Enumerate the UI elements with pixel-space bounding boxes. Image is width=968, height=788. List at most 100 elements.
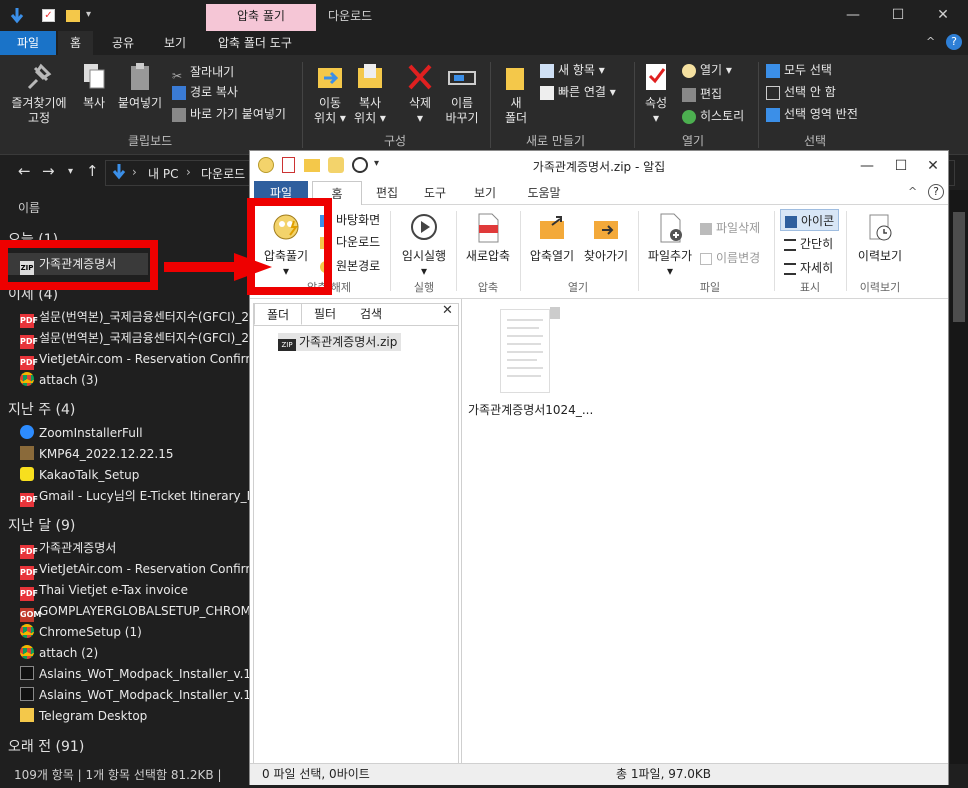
- alzip-tab-edit[interactable]: 편집: [362, 181, 412, 205]
- ribbon-separator: [758, 62, 759, 148]
- rename-file-button[interactable]: 이름변경: [700, 247, 760, 269]
- open-zip-button[interactable]: 압축열기: [522, 213, 582, 264]
- list-item[interactable]: PDF설문(번역본)_국제금융센터지수(GFCI)_2: [20, 307, 250, 328]
- temp-run-button[interactable]: 임시실행 ▾: [396, 213, 452, 279]
- list-item[interactable]: ChromeSetup (1): [20, 622, 250, 643]
- forward-arrow-icon[interactable]: →: [42, 162, 55, 180]
- left-tab-folder[interactable]: 폴더: [254, 303, 302, 325]
- list-item[interactable]: PDF가족관계증명서: [20, 538, 250, 559]
- maximize-icon[interactable]: ☐: [875, 4, 921, 26]
- group-last-week[interactable]: 지난 주 (4): [8, 399, 75, 419]
- tab-share[interactable]: 공유: [100, 31, 146, 55]
- breadcrumb-this-pc[interactable]: 내 PC: [148, 165, 178, 182]
- tab-view[interactable]: 보기: [152, 31, 198, 55]
- collapse-ribbon-icon[interactable]: ^: [926, 35, 935, 48]
- breadcrumb-downloads[interactable]: 다운로드: [201, 165, 245, 182]
- new-item-button[interactable]: 새 항목 ▾: [540, 60, 605, 80]
- zip-group-label: 압축: [477, 281, 499, 294]
- new-folder-label: 새 폴더: [504, 96, 528, 125]
- group-last-month[interactable]: 지난 달 (9): [8, 515, 75, 535]
- list-item[interactable]: Aslains_WoT_Modpack_Installer_v.1.19.0: [20, 664, 250, 685]
- invert-selection-button[interactable]: 선택 영역 반전: [766, 104, 858, 124]
- delete-file-label: 파일삭제: [716, 221, 761, 235]
- file-name: VietJetAir.com - Reservation Confirmec: [39, 562, 250, 576]
- list-item[interactable]: PDFVietJetAir.com - Reservation Confirme…: [20, 349, 250, 370]
- list-item[interactable]: PDFGmail - Lucy님의 E-Ticket Itinerary_Rec: [20, 486, 250, 507]
- back-arrow-icon[interactable]: ←: [18, 162, 31, 180]
- close-pane-icon[interactable]: ✕: [442, 303, 453, 318]
- scrollbar-thumb[interactable]: [953, 212, 965, 322]
- delete-file-button[interactable]: 파일삭제: [700, 217, 760, 239]
- history-group-label: 이력보기: [859, 281, 901, 294]
- copy-to-button[interactable]: 복사 위치 ▾: [346, 62, 394, 126]
- new-zip-button[interactable]: 새로압축: [460, 213, 516, 264]
- left-tab-filter[interactable]: 필터: [302, 303, 348, 325]
- column-header-name[interactable]: 이름: [18, 199, 40, 216]
- cut-button[interactable]: ✂ 잘라내기: [172, 62, 234, 83]
- alzip-maximize-icon[interactable]: ☐: [884, 155, 918, 177]
- list-item[interactable]: Telegram Desktop: [20, 706, 250, 727]
- alzip-tab-tools[interactable]: 도구: [410, 181, 460, 205]
- list-item[interactable]: ZoomInstallerFull: [20, 423, 250, 444]
- tab-home[interactable]: 홈: [58, 31, 94, 55]
- view-simple-button[interactable]: 간단히: [784, 233, 833, 255]
- easy-access-button[interactable]: 빠른 연결 ▾: [540, 82, 616, 102]
- tree-item[interactable]: ZIP 가족관계증명서.zip: [278, 333, 402, 351]
- pin-button[interactable]: 즐겨찾기에 고정: [6, 62, 72, 126]
- rename-button[interactable]: 이름 바꾸기: [438, 62, 486, 126]
- copy-path-button[interactable]: 경로 복사: [172, 82, 238, 102]
- close-icon[interactable]: ✕: [920, 4, 966, 26]
- alzip-tab-help[interactable]: 도움말: [514, 181, 574, 205]
- goto-folder-icon: [592, 213, 620, 243]
- file-name: Telegram Desktop: [39, 709, 148, 723]
- edit-button[interactable]: 편집: [682, 84, 722, 104]
- list-item[interactable]: PDFThai Vietjet e-Tax invoice: [20, 580, 250, 601]
- select-all-button[interactable]: 모두 선택: [766, 60, 832, 80]
- list-item[interactable]: attach (2): [20, 643, 250, 664]
- list-item[interactable]: PDF설문(번역본)_국제금융센터지수(GFCI)_2: [20, 328, 250, 349]
- history-view-button[interactable]: 이력보기: [850, 213, 910, 264]
- pdf-icon: PDF: [20, 566, 38, 580]
- minimize-icon[interactable]: —: [830, 4, 876, 26]
- alzip-tab-view[interactable]: 보기: [460, 181, 510, 205]
- paste-shortcut-button[interactable]: 바로 가기 붙여넣기: [172, 104, 286, 124]
- list-item[interactable]: KMP64_2022.12.22.15: [20, 444, 250, 465]
- select-none-button[interactable]: 선택 안 함: [766, 82, 836, 102]
- add-file-button[interactable]: 파일추가 ▾: [640, 213, 700, 279]
- paste-button[interactable]: 붙여넣기: [116, 62, 164, 111]
- tab-file[interactable]: 파일: [0, 31, 56, 55]
- up-arrow-icon[interactable]: ↑: [86, 162, 99, 180]
- list-item[interactable]: Aslains_WoT_Modpack_Installer_v.1.19.0: [20, 685, 250, 706]
- open-button[interactable]: 열기 ▾: [682, 60, 732, 80]
- copy-path-label: 경로 복사: [190, 85, 238, 99]
- left-tab-search[interactable]: 검색: [348, 303, 394, 325]
- down-arrow-icon[interactable]: [10, 8, 24, 24]
- alzip-help-icon[interactable]: ?: [928, 184, 944, 200]
- list-item[interactable]: attach (3): [20, 370, 250, 391]
- list-item[interactable]: KakaoTalk_Setup: [20, 465, 250, 486]
- new-folder-button[interactable]: 새 폴더: [492, 62, 540, 126]
- alzip-minimize-icon[interactable]: —: [850, 155, 884, 177]
- copy-button[interactable]: 복사: [70, 62, 118, 111]
- group-long-ago[interactable]: 오래 전 (91): [8, 736, 84, 756]
- checkbox-icon[interactable]: ✓: [42, 9, 55, 22]
- delete-button[interactable]: 삭제 ▾: [396, 62, 444, 126]
- context-tab-extract[interactable]: 압축 풀기: [206, 4, 316, 31]
- alzip-close-icon[interactable]: ✕: [916, 155, 950, 177]
- view-icon-button[interactable]: 아이콘: [780, 209, 840, 231]
- folder-icon[interactable]: [66, 10, 80, 22]
- view-detail-button[interactable]: 자세히: [784, 257, 833, 279]
- alzip-collapse-ribbon-icon[interactable]: ^: [908, 185, 917, 198]
- recent-dropdown-icon[interactable]: ▾: [68, 166, 73, 177]
- goto-button[interactable]: 찾아가기: [576, 213, 636, 264]
- properties-button[interactable]: 속성 ▾: [632, 62, 680, 126]
- document-thumbnail[interactable]: [500, 309, 550, 393]
- history-button[interactable]: 히스토리: [682, 106, 744, 126]
- tab-compressed-tools[interactable]: 압축 폴더 도구: [206, 31, 304, 55]
- list-item[interactable]: PDFVietJetAir.com - Reservation Confirme…: [20, 559, 250, 580]
- open-zip-folder-icon: [538, 213, 566, 243]
- clipboard-group-label: 클립보드: [128, 134, 173, 148]
- list-item[interactable]: GOMGOMPLAYERGLOBALSETUP_CHROME: [20, 601, 250, 622]
- help-icon[interactable]: ?: [946, 34, 962, 50]
- quick-access-dropdown-icon[interactable]: ▾: [86, 9, 91, 20]
